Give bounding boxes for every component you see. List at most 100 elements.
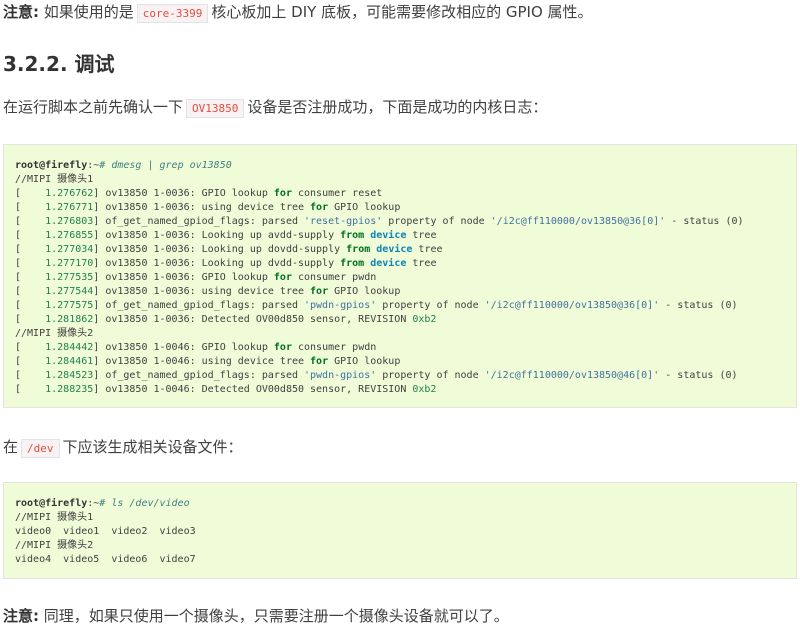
log-line: [ 1.276803] of_get_named_gpiod_flags: pa… [15, 216, 744, 227]
device-list: video0 video1 video2 video3 [15, 526, 196, 537]
log-keyword: from [340, 258, 365, 269]
note-text: 如果使用的是 [43, 3, 134, 21]
log-text: - status (0) [659, 300, 738, 311]
log-line: [ 1.288235] ov13850 1-0046: Detected OV0… [15, 384, 437, 395]
para-text: 在 [3, 438, 19, 456]
log-timestamp: 1.284442 [45, 342, 94, 353]
log-keyword: for [273, 342, 292, 353]
log-text: property of node [376, 300, 485, 311]
log-text: ] ov13850 1-0036: GPIO lookup [93, 272, 274, 283]
log-text: tree [406, 230, 437, 241]
log-builtin: device [370, 258, 407, 269]
log-timestamp: 1.277575 [45, 300, 94, 311]
log-text: ] ov13850 1-0046: GPIO lookup [93, 342, 274, 353]
log-number: 0xb2 [412, 384, 437, 395]
prompt-command: # dmesg | grep ov13850 [99, 160, 232, 171]
log-timestamp: 1.276855 [45, 230, 94, 241]
log-line: [ 1.284461] ov13850 1-0046: using device… [15, 356, 401, 367]
log-text: ] of_get_named_gpiod_flags: parsed [93, 370, 304, 381]
log-line: [ 1.277535] ov13850 1-0036: GPIO lookup … [15, 272, 377, 283]
log-text: ] ov13850 1-0046: Detected OV00d850 sens… [93, 384, 413, 395]
log-text: tree [406, 258, 437, 269]
log-text: tree [412, 244, 443, 255]
prompt-line: root@firefly:~# dmesg | grep ov13850 [15, 159, 796, 173]
note-paragraph-2: 注意: 同理，如果只使用一个摄像头，只需要注册一个摄像头设备就可以了。 [3, 605, 509, 627]
log-line: [ 1.276771] ov13850 1-0036: using device… [15, 202, 401, 213]
log-line: [ 1.281862] ov13850 1-0036: Detected OV0… [15, 314, 437, 325]
log-text: ] ov13850 1-0036: Detected OV00d850 sens… [93, 314, 413, 325]
log-number: 0xb2 [412, 314, 437, 325]
prompt-command: # ls /dev/video [99, 498, 190, 509]
log-text: ] ov13850 1-0036: GPIO lookup [93, 188, 274, 199]
log-text: property of node [382, 216, 491, 227]
log-line: [ 1.277544] ov13850 1-0036: using device… [15, 286, 401, 297]
log-text: ] of_get_named_gpiod_flags: parsed [93, 300, 304, 311]
log-text: ] ov13850 1-0036: using device tree [93, 202, 311, 213]
log-string: '/i2c@ff110000/ov13850@46[0]' [484, 370, 660, 381]
log-line: [ 1.277170] ov13850 1-0036: Looking up d… [15, 258, 437, 269]
log-keyword: for [273, 272, 292, 283]
prompt-sep: :~ [87, 498, 100, 509]
log-timestamp: 1.284461 [45, 356, 94, 367]
inline-code-core-3399: core-3399 [136, 4, 209, 23]
log-timestamp: 1.284523 [45, 370, 94, 381]
note-paragraph: 注意: 如果使用的是 core-3399 核心板加上 DIY 底板，可能需要修改相应… [3, 1, 593, 23]
dev-paragraph: 在/dev 下应该生成相关设备文件： [3, 436, 243, 458]
log-text: GPIO lookup [328, 356, 401, 367]
log-text: consumer pwdn [291, 272, 377, 283]
log-text: ] ov13850 1-0046: using device tree [93, 356, 311, 367]
para-text-after: 下应该生成相关设备文件： [62, 438, 243, 456]
log-text: GPIO lookup [328, 202, 401, 213]
log-lines-cam2: [ 1.284442] ov13850 1-0046: GPIO lookup … [15, 341, 796, 397]
log-builtin: device [370, 230, 407, 241]
log-string: 'pwdn-gpios' [304, 300, 377, 311]
comment-line: //MIPI 摄像头1 [15, 174, 94, 185]
log-lines-cam1: [ 1.276762] ov13850 1-0036: GPIO lookup … [15, 187, 796, 327]
log-text: consumer reset [291, 188, 383, 199]
log-string: '/i2c@ff110000/ov13850@36[0]' [490, 216, 666, 227]
prompt-line: root@firefly:~# ls /dev/video [15, 497, 796, 511]
log-text: ] ov13850 1-0036: using device tree [93, 286, 311, 297]
prompt-user: root@firefly [15, 160, 88, 171]
log-text: consumer pwdn [291, 342, 377, 353]
prompt-sep: :~ [87, 160, 100, 171]
inline-code-ov13850: OV13850 [186, 99, 245, 118]
code-block-ls: root@firefly:~# ls /dev/video//MIPI 摄像头1… [3, 482, 797, 579]
log-keyword: for [310, 202, 329, 213]
log-string: 'pwdn-gpios' [304, 370, 377, 381]
log-timestamp: 1.288235 [45, 384, 94, 395]
note-label: 注意: [3, 3, 39, 21]
intro-paragraph: 在运行脚本之前先确认一下 OV13850 设备是否注册成功，下面是成功的内核日志： [3, 96, 547, 118]
device-list: video4 video5 video6 video7 [15, 554, 196, 565]
inline-code-dev: /dev [21, 439, 60, 458]
comment-line: //MIPI 摄像头2 [15, 328, 94, 339]
log-keyword: for [310, 356, 329, 367]
para-text: 在运行脚本之前先确认一下 [3, 98, 184, 116]
comment-line: //MIPI 摄像头2 [15, 540, 94, 551]
prompt-user: root@firefly [15, 498, 88, 509]
code-block-dmesg: root@firefly:~# dmesg | grep ov13850//MI… [3, 144, 797, 408]
log-text: ] ov13850 1-0036: Looking up dvdd-supply [93, 258, 341, 269]
log-timestamp: 1.276771 [45, 202, 94, 213]
log-timestamp: 1.281862 [45, 314, 94, 325]
log-timestamp: 1.277544 [45, 286, 94, 297]
note-text-after: 核心板加上 DIY 底板，可能需要修改相应的 GPIO 属性。 [211, 3, 593, 21]
log-line: [ 1.284523] of_get_named_gpiod_flags: pa… [15, 370, 738, 381]
log-line: [ 1.276762] ov13850 1-0036: GPIO lookup … [15, 188, 383, 199]
log-text: ] of_get_named_gpiod_flags: parsed [93, 216, 304, 227]
log-text: ] ov13850 1-0036: Looking up avdd-supply [93, 230, 341, 241]
log-keyword: from [346, 244, 371, 255]
log-text: GPIO lookup [328, 286, 401, 297]
log-timestamp: 1.276762 [45, 188, 94, 199]
log-timestamp: 1.277535 [45, 272, 94, 283]
log-text: property of node [376, 370, 485, 381]
log-timestamp: 1.276803 [45, 216, 94, 227]
log-line: [ 1.276855] ov13850 1-0036: Looking up a… [15, 230, 437, 241]
log-keyword: from [340, 230, 365, 241]
log-keyword: for [310, 286, 329, 297]
log-line: [ 1.277575] of_get_named_gpiod_flags: pa… [15, 300, 738, 311]
note-text: 同理，如果只使用一个摄像头，只需要注册一个摄像头设备就可以了。 [43, 607, 509, 625]
para-text-after: 设备是否注册成功，下面是成功的内核日志： [247, 98, 548, 116]
log-text: - status (0) [659, 370, 738, 381]
log-timestamp: 1.277170 [45, 258, 94, 269]
